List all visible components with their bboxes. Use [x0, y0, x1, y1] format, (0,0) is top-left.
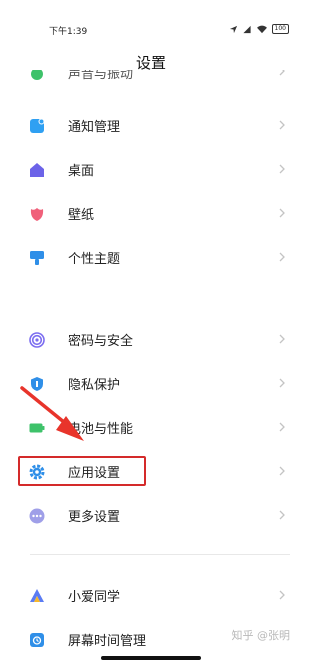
home-indicator[interactable]: [101, 656, 201, 660]
annotation-arrow: [20, 386, 84, 441]
watermark: 知乎 @张明: [231, 629, 291, 642]
